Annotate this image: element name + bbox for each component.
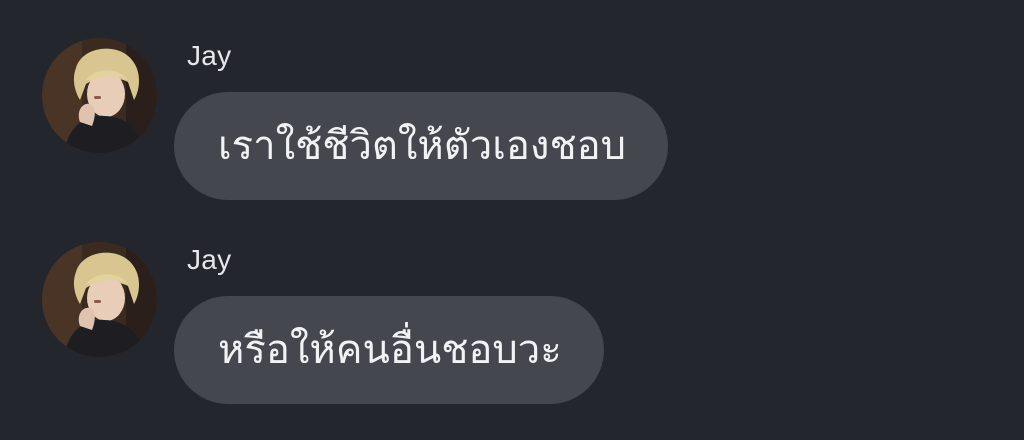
message-bubble[interactable]: หรือให้คนอื่นชอบวะ [174, 296, 604, 404]
chat-thread: Jay เราใช้ชีวิตให้ตัวเองชอบ Jay หรือให้ค… [0, 0, 1024, 440]
message-bubble[interactable]: เราใช้ชีวิตให้ตัวเองชอบ [174, 92, 669, 200]
avatar-photo-icon [42, 38, 157, 153]
avatar-photo-icon [42, 242, 157, 357]
sender-name: Jay [187, 244, 232, 275]
sender-name: Jay [187, 40, 232, 71]
avatar[interactable] [42, 242, 157, 357]
message-text: เราใช้ชีวิตให้ตัวเองชอบ [218, 123, 627, 169]
chat-message: Jay หรือให้คนอื่นชอบวะ [0, 204, 1024, 404]
chat-message: Jay เราใช้ชีวิตให้ตัวเองชอบ [0, 0, 1024, 200]
message-text: หรือให้คนอื่นชอบวะ [218, 327, 562, 373]
avatar[interactable] [42, 38, 157, 153]
